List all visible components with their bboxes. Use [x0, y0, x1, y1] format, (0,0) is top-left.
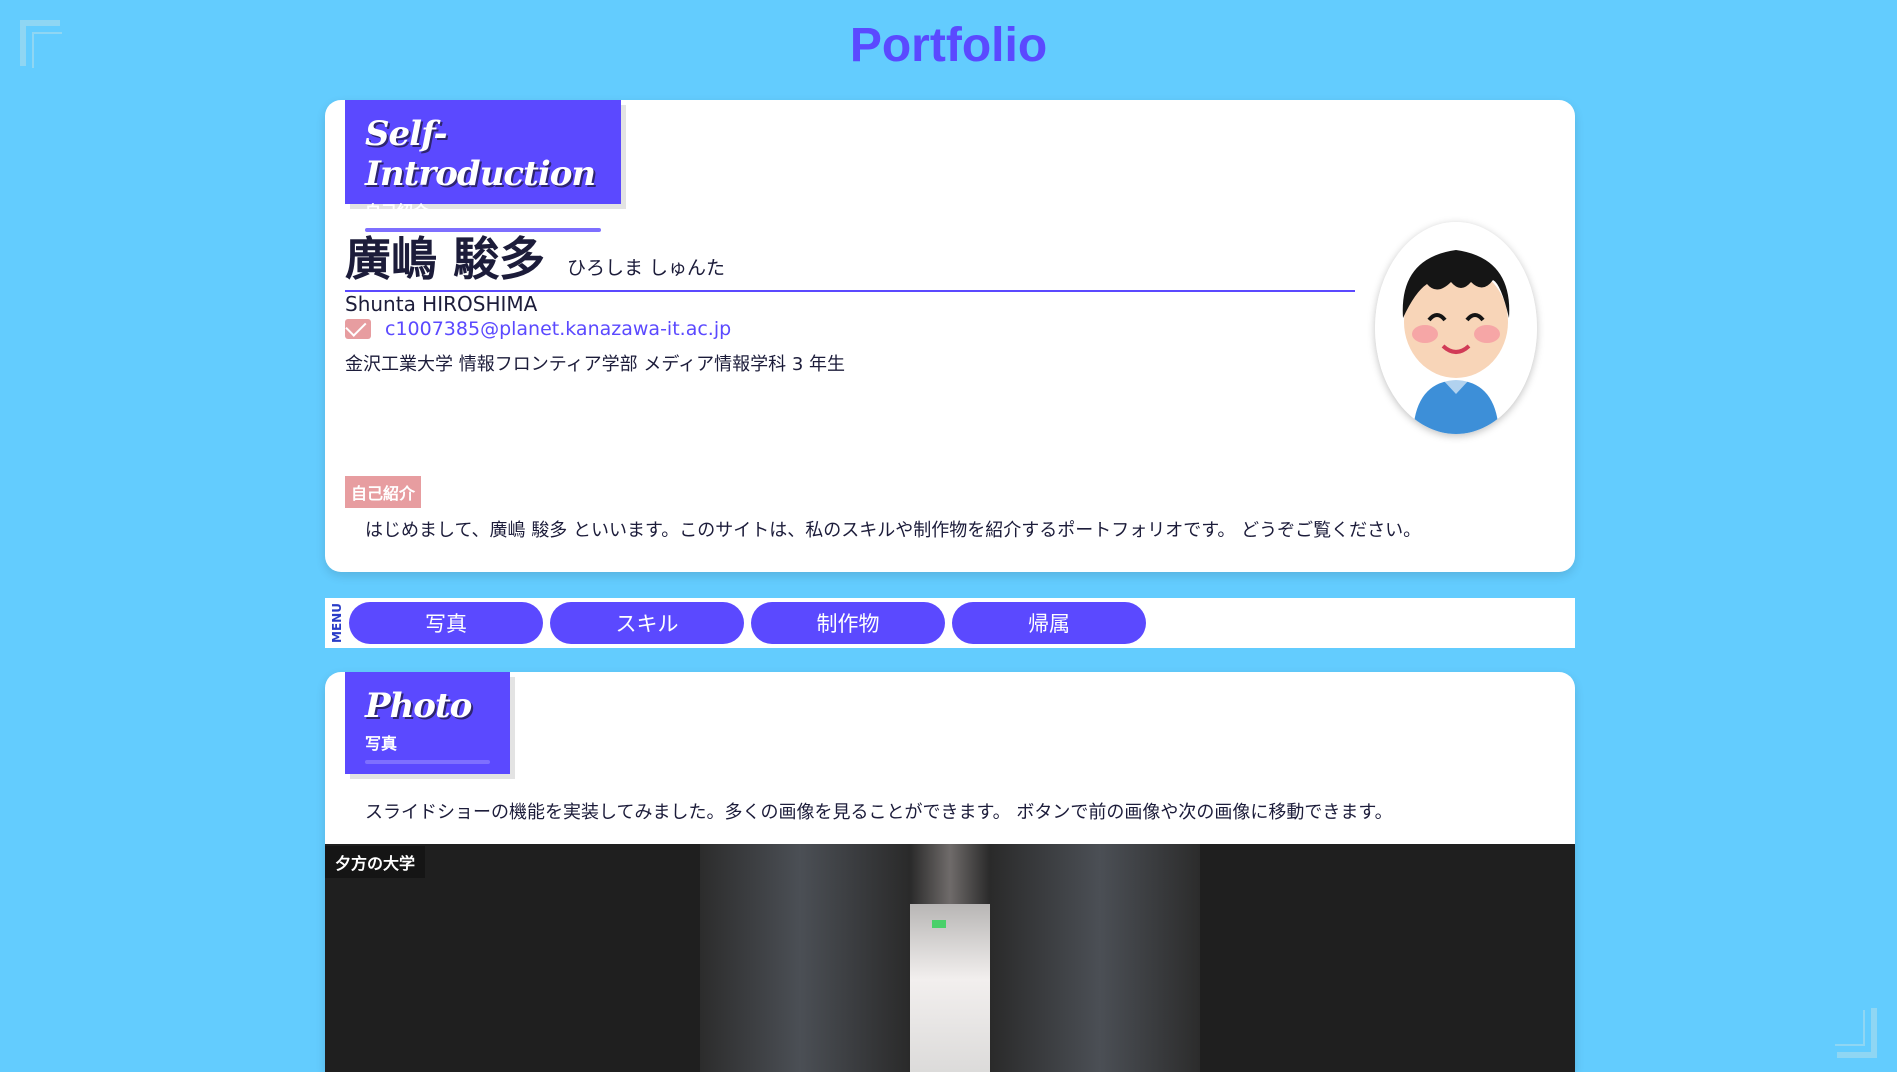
slideshow[interactable]: 夕方の大学 [325, 844, 1575, 1072]
email-link[interactable]: c1007385@planet.kanazawa-it.ac.jp [385, 318, 731, 340]
menu-label: MENU [325, 598, 349, 648]
photo-card: Photo 写真 スライドショーの機能を実装してみました。多くの画像を見ることが… [325, 672, 1575, 1072]
avatar-illustration [1375, 222, 1537, 434]
heading-underline [365, 760, 490, 764]
section-heading-en: Self-Introduction [365, 114, 601, 194]
slide-image [700, 844, 1200, 1072]
profile-name-kana: ひろしま しゅんた [567, 253, 725, 280]
menu-button-works[interactable]: 制作物 [751, 602, 945, 644]
profile-name: 廣嶋 駿多 [345, 232, 545, 286]
intro-badge: 自己紹介 [345, 476, 421, 508]
mail-icon [345, 319, 371, 339]
avatar [1375, 222, 1537, 434]
section-heading-jp: 写真 [365, 730, 490, 754]
corner-decoration-bottom-right [1837, 1008, 1877, 1058]
slide-caption: 夕方の大学 [325, 846, 425, 878]
hallway-light [910, 904, 990, 1072]
section-heading-jp: 自己紹介 [365, 198, 601, 222]
name-row: 廣嶋 駿多 ひろしま しゅんた [345, 228, 1355, 292]
site-title: Portfolio [0, 18, 1897, 73]
profile-name-en: Shunta HIROSHIMA [345, 292, 537, 316]
section-heading-photo: Photo 写真 [345, 672, 510, 774]
section-heading-en: Photo [365, 686, 490, 726]
section-heading-intro: Self-Introduction 自己紹介 [345, 100, 621, 204]
menu-button-skills[interactable]: スキル [550, 602, 744, 644]
menu-bar: MENU 写真 スキル 制作物 帰属 [325, 598, 1575, 648]
intro-text: はじめまして、廣嶋 駿多 といいます。このサイトは、私のスキルや制作物を紹介する… [365, 516, 1421, 542]
menu-button-affiliation[interactable]: 帰属 [952, 602, 1146, 644]
menu-button-photo[interactable]: 写真 [349, 602, 543, 644]
photo-description: スライドショーの機能を実装してみました。多くの画像を見ることができます。 ボタン… [365, 798, 1393, 824]
intro-card: Self-Introduction 自己紹介 廣嶋 駿多 ひろしま しゅんた S… [325, 100, 1575, 572]
email-row: c1007385@planet.kanazawa-it.ac.jp [345, 318, 731, 340]
affiliation: 金沢工業大学 情報フロンティア学部 メディア情報学科 3 年生 [345, 350, 845, 376]
exit-sign [932, 920, 946, 928]
